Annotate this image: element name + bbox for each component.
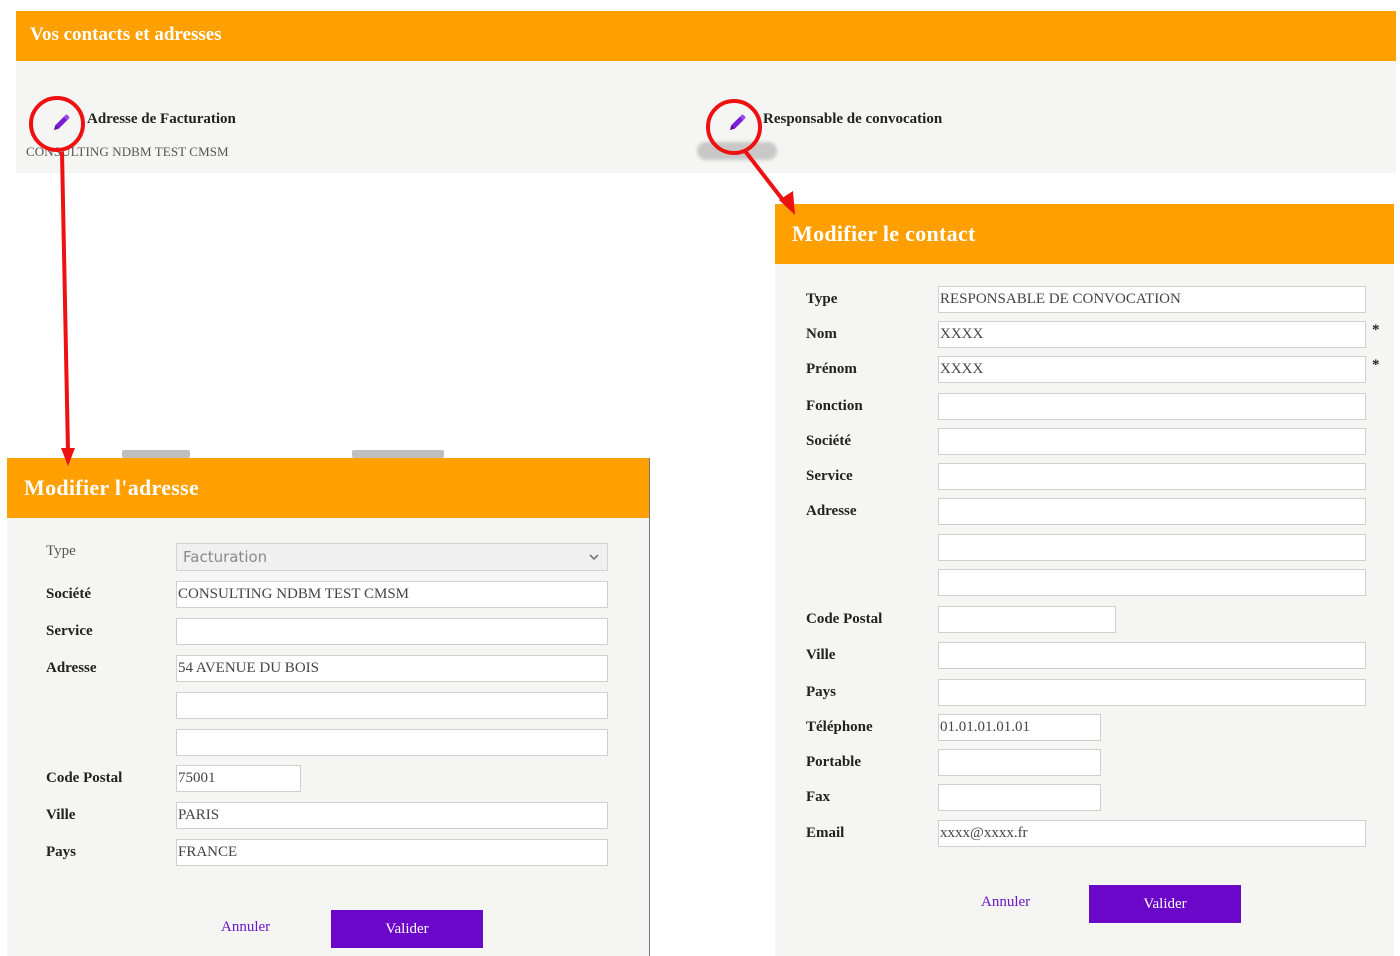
contact-modal: Modifier le contact Type Nom * Prénom * …	[775, 204, 1394, 956]
address-code-postal-input[interactable]	[176, 765, 301, 792]
address-service-label: Service	[46, 623, 93, 639]
address-societe-input[interactable]	[176, 581, 608, 608]
contact-telephone-input[interactable]	[938, 714, 1101, 741]
contact-prenom-input[interactable]	[938, 356, 1366, 383]
annotation-circle	[29, 96, 85, 152]
contact-societe-input[interactable]	[938, 428, 1366, 455]
contact-code-postal-label: Code Postal	[806, 611, 883, 627]
contact-pays-input[interactable]	[938, 679, 1366, 706]
contact-code-postal-input[interactable]	[938, 606, 1116, 633]
contact-fonction-label: Fonction	[806, 398, 863, 414]
contact-pays-label: Pays	[806, 684, 836, 700]
address-line2-input[interactable]	[176, 692, 608, 719]
address-code-postal-label: Code Postal	[46, 770, 123, 786]
contact-type-input[interactable]	[938, 286, 1366, 313]
contact-telephone-label: Téléphone	[806, 719, 873, 735]
address-modal-title: Modifier l'adresse	[24, 475, 200, 500]
contact-portable-input[interactable]	[938, 749, 1101, 776]
modal-border	[649, 458, 650, 956]
billing-card-title: Adresse de Facturation	[87, 111, 236, 127]
contact-ville-label: Ville	[806, 647, 836, 663]
contact-address-line1-input[interactable]	[938, 498, 1366, 525]
contact-submit-button[interactable]: Valider	[1089, 885, 1241, 923]
address-cancel-button[interactable]: Annuler	[221, 919, 270, 936]
contact-ville-input[interactable]	[938, 642, 1366, 669]
contact-societe-label: Société	[806, 433, 851, 449]
section-header: Vos contacts et adresses	[16, 11, 1396, 61]
required-mark: *	[1372, 357, 1380, 373]
required-mark: *	[1372, 322, 1380, 338]
chevron-down-icon	[589, 554, 599, 561]
contact-fax-input[interactable]	[938, 784, 1101, 811]
address-line1-input[interactable]	[176, 655, 608, 682]
section-title: Vos contacts et adresses	[30, 24, 222, 45]
background-text	[352, 450, 444, 458]
convocation-card-title: Responsable de convocation	[763, 111, 943, 127]
address-type-select[interactable]: Facturation	[176, 543, 608, 571]
address-line3-input[interactable]	[176, 729, 608, 756]
contact-service-label: Service	[806, 468, 853, 484]
address-type-label: Type	[46, 543, 76, 559]
address-adresse-label: Adresse	[46, 660, 97, 676]
address-ville-label: Ville	[46, 807, 76, 823]
address-pays-input[interactable]	[176, 839, 608, 866]
contact-fax-label: Fax	[806, 789, 831, 805]
contact-prenom-label: Prénom	[806, 361, 857, 377]
address-ville-input[interactable]	[176, 802, 608, 829]
contact-address-line2-input[interactable]	[938, 534, 1366, 561]
address-pays-label: Pays	[46, 844, 76, 860]
address-service-input[interactable]	[176, 618, 608, 645]
address-societe-label: Société	[46, 586, 91, 602]
contact-cancel-button[interactable]: Annuler	[981, 894, 1030, 911]
address-submit-button[interactable]: Valider	[331, 910, 483, 948]
contact-nom-input[interactable]	[938, 321, 1366, 348]
address-modal: Modifier l'adresse Type Facturation Soci…	[7, 458, 650, 956]
arrow-to-address-modal	[60, 151, 70, 453]
contact-email-label: Email	[806, 825, 845, 841]
contact-email-input[interactable]	[938, 820, 1366, 847]
contact-adresse-label: Adresse	[806, 503, 857, 519]
contact-service-input[interactable]	[938, 463, 1366, 490]
background-text	[122, 450, 190, 458]
contact-fonction-input[interactable]	[938, 393, 1366, 420]
contact-portable-label: Portable	[806, 754, 861, 770]
contact-modal-header: Modifier le contact	[775, 204, 1394, 264]
contact-nom-label: Nom	[806, 326, 837, 342]
address-modal-header: Modifier l'adresse	[7, 458, 650, 518]
annotation-circle	[706, 99, 762, 155]
address-type-value: Facturation	[183, 548, 268, 566]
contact-type-label: Type	[806, 291, 838, 307]
contact-address-line3-input[interactable]	[938, 569, 1366, 596]
contact-modal-title: Modifier le contact	[792, 221, 976, 246]
